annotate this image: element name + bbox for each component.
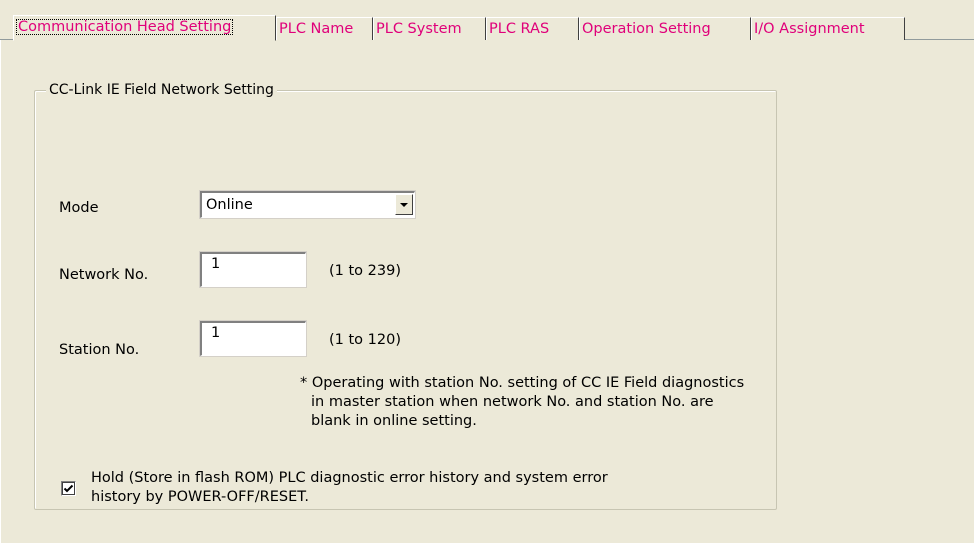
tab-label: PLC System: [376, 21, 462, 37]
hold-error-history-label[interactable]: Hold (Store in flash ROM) PLC diagnostic…: [91, 469, 608, 507]
station-no-label: Station No.: [59, 342, 140, 358]
mode-select[interactable]: Online: [199, 190, 416, 219]
network-no-range: (1 to 239): [329, 263, 401, 279]
tab-operation-setting[interactable]: Operation Setting: [579, 17, 751, 40]
mode-select-value: Online: [206, 197, 253, 213]
tab-label: Communication Head Setting: [16, 19, 234, 35]
network-no-input[interactable]: [199, 251, 307, 288]
tab-label: PLC RAS: [489, 21, 550, 37]
tab-label: I/O Assignment: [754, 21, 865, 37]
check-label-line-1: Hold (Store in flash ROM) PLC diagnostic…: [91, 470, 608, 486]
network-no-label: Network No.: [59, 267, 149, 283]
chevron-down-icon: [400, 203, 408, 207]
hold-error-history-checkbox[interactable]: [61, 481, 76, 496]
group-title: CC-Link IE Field Network Setting: [46, 81, 277, 99]
station-no-input[interactable]: [199, 320, 307, 357]
tab-label: Operation Setting: [582, 21, 711, 37]
tab-strip: Communication Head Setting PLC Name PLC …: [0, 0, 974, 41]
note-line-3: blank in online setting.: [311, 413, 477, 429]
tab-plc-system[interactable]: PLC System: [373, 17, 486, 40]
note-line-1: * Operating with station No. setting of …: [300, 375, 745, 391]
checkmark-icon: [63, 484, 74, 493]
note-line-2: in master station when network No. and s…: [311, 394, 714, 410]
station-note: * Operating with station No. setting of …: [300, 374, 744, 431]
station-no-range: (1 to 120): [329, 332, 401, 348]
tab-io-assignment[interactable]: I/O Assignment: [751, 17, 905, 40]
tab-plc-ras[interactable]: PLC RAS: [486, 17, 579, 40]
mode-dropdown-button[interactable]: [395, 194, 413, 215]
mode-label: Mode: [59, 200, 99, 216]
tab-plc-name[interactable]: PLC Name: [276, 17, 373, 40]
tab-label: PLC Name: [279, 21, 354, 37]
check-label-line-2: history by POWER-OFF/RESET.: [91, 489, 309, 505]
network-setting-group: CC-Link IE Field Network Setting: [34, 81, 777, 510]
tab-communication-head-setting[interactable]: Communication Head Setting: [13, 15, 276, 41]
